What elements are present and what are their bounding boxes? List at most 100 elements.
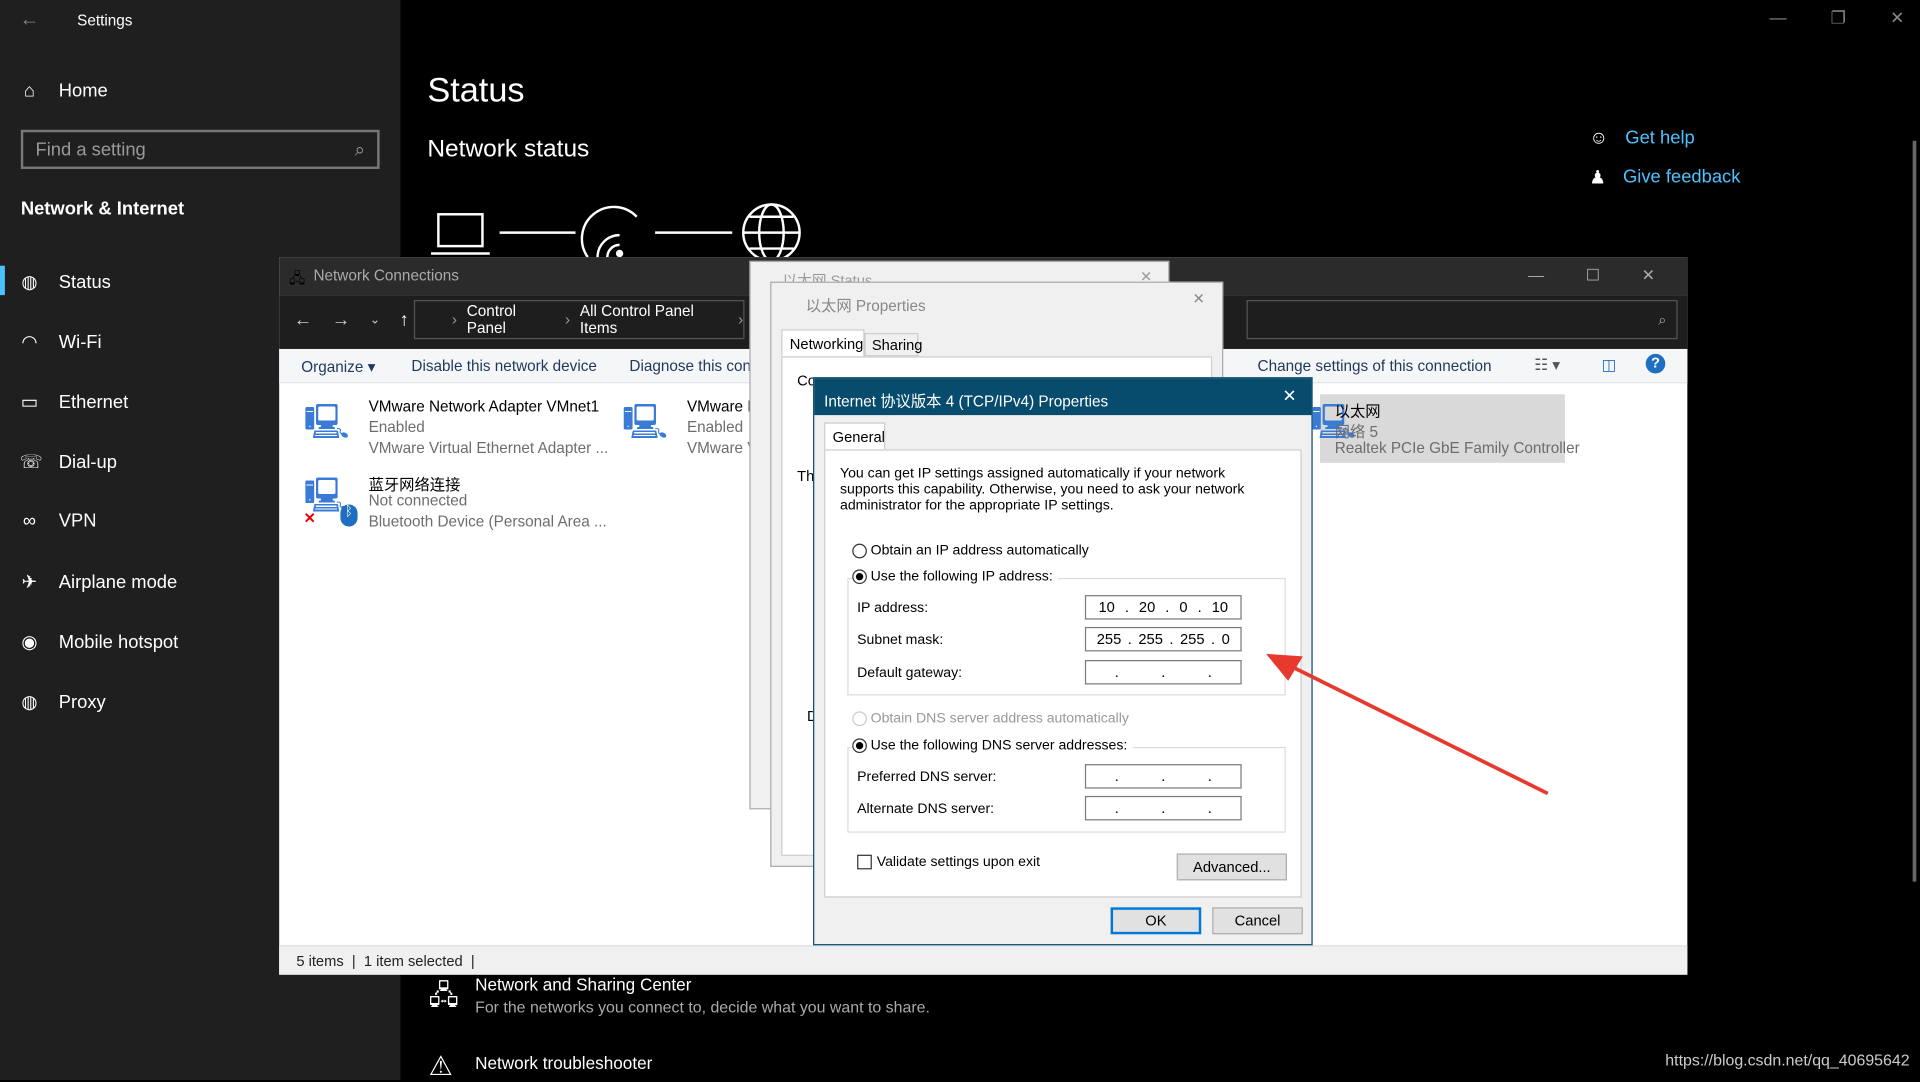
close-button[interactable]: ✕	[1282, 386, 1296, 407]
organize-menu[interactable]: Organize ▾	[301, 358, 375, 376]
nav-label: Proxy	[58, 691, 106, 713]
wifi-signal-icon	[580, 205, 638, 258]
validate-checkbox[interactable]: Validate settings upon exit	[857, 854, 1041, 870]
preferred-dns-field[interactable]: ...	[1084, 764, 1242, 789]
change-settings-button[interactable]: Change settings of this connection	[1258, 358, 1492, 375]
sharing-center-link[interactable]: Network and Sharing Center	[475, 975, 691, 995]
ok-button[interactable]: OK	[1110, 907, 1202, 935]
warning-icon: ⚠	[428, 1050, 453, 1082]
nav-item-proxy[interactable]: ◍ Proxy	[20, 691, 106, 713]
dialog-title: Internet 协议版本 4 (TCP/IPv4) Properties	[824, 393, 1109, 411]
maximize-button[interactable]: ☐	[1586, 266, 1600, 286]
connection-item[interactable]: 🖳 以太网 网络 5 Realtek PCIe GbE Family Contr…	[1310, 394, 1580, 463]
close-button[interactable]: ✕	[1890, 7, 1904, 28]
manual-ip-radio[interactable]: Use the following IP address:	[852, 569, 1058, 585]
troubleshooter-link[interactable]: Network troubleshooter	[475, 1053, 652, 1073]
advanced-button[interactable]: Advanced...	[1176, 853, 1287, 881]
forward-button[interactable]: →	[332, 310, 350, 331]
airplane-icon: ✈	[21, 571, 38, 593]
alternate-dns-label: Alternate DNS server:	[857, 802, 995, 817]
window-controls: — ☐ ✕	[1528, 266, 1655, 286]
nav-item-dial-up[interactable]: ☏ Dial-up	[19, 451, 117, 473]
nav-buttons: ← → ⌄ ↑	[294, 310, 409, 331]
network-adapter-icon: 🖳	[622, 402, 668, 441]
connection-item[interactable]: 🖳 ✕ ᛒ 蓝牙网络连接 Not connected Bluetooth Devi…	[304, 468, 622, 537]
preferred-dns-label: Preferred DNS server:	[857, 770, 997, 785]
connection-device: VMware V	[686, 439, 758, 457]
hotspot-icon: ◉	[21, 631, 38, 653]
minimize-button[interactable]: —	[1769, 7, 1786, 28]
tab-general[interactable]: General	[824, 422, 886, 450]
connection-device: Realtek PCIe GbE Family Controller	[1334, 439, 1580, 457]
alternate-dns-field[interactable]: ...	[1084, 795, 1242, 821]
auto-dns-label: Obtain DNS server address automatically	[870, 711, 1129, 727]
disable-device-button[interactable]: Disable this network device	[411, 358, 596, 375]
nav-label: Wi-Fi	[58, 331, 102, 353]
nav-item-status[interactable]: ◍ Status	[20, 271, 110, 292]
auto-ip-label: Obtain an IP address automatically	[870, 543, 1089, 559]
restore-button[interactable]: ❐	[1831, 7, 1846, 28]
home-icon: ⌂	[23, 80, 35, 102]
get-help-link[interactable]: ☺ Get help	[1589, 127, 1694, 148]
give-feedback-label: Give feedback	[1623, 166, 1741, 188]
minimize-button[interactable]: —	[1528, 266, 1544, 286]
nav-item-mobile-hotspot[interactable]: ◉ Mobile hotspot	[20, 631, 178, 653]
app-title: Settings	[77, 12, 133, 30]
breadcrumb-all-items[interactable]: All Control Panel Items	[580, 302, 728, 336]
connection-item[interactable]: 🖳 VMware Network Adapter VMnet1 Enabled …	[304, 394, 622, 463]
scrollbar[interactable]	[1912, 140, 1917, 882]
disconnected-icon: ✕	[303, 509, 316, 527]
close-button[interactable]: ✕	[1642, 266, 1655, 286]
nav-item-vpn[interactable]: ∞ VPN	[20, 511, 97, 532]
bluetooth-icon: ᛒ	[340, 504, 358, 527]
proxy-icon: ◍	[21, 691, 38, 713]
item-count: 5 items	[296, 952, 344, 970]
settings-window-controls: — ❐ ✕	[1769, 7, 1904, 28]
close-button[interactable]: ✕	[1193, 290, 1205, 307]
tab-networking[interactable]: Networking	[781, 329, 865, 357]
gateway-field[interactable]: ...	[1084, 660, 1242, 685]
description-text: You can get IP settings assigned automat…	[840, 466, 1245, 514]
nav-item-ethernet[interactable]: ▭ Ethernet	[20, 391, 129, 412]
up-button[interactable]: ↑	[400, 310, 409, 331]
cancel-button[interactable]: Cancel	[1212, 907, 1303, 935]
give-feedback-link[interactable]: ♟ Give feedback	[1589, 167, 1740, 189]
connection-name: VMware Network Adapter VMnet1	[368, 397, 600, 416]
subnet-mask-field[interactable]: 255. 255. 255. 0	[1084, 626, 1242, 652]
get-help-label: Get help	[1625, 127, 1695, 149]
connection-status: Enabled	[368, 418, 425, 436]
tab-sharing[interactable]: Sharing	[864, 333, 923, 357]
back-button[interactable]: ←	[20, 10, 40, 32]
nav-home[interactable]: ⌂ Home	[20, 81, 108, 102]
help-icon: ☺	[1589, 127, 1609, 149]
network-status-heading: Network status	[427, 135, 590, 163]
sharing-center-desc: For the networks you connect to, decide …	[475, 997, 930, 1017]
search-placeholder: Find a setting	[35, 138, 146, 160]
selected-count: 1 item selected	[363, 952, 463, 970]
recent-dropdown[interactable]: ⌄	[370, 310, 380, 331]
nav-item-airplane-mode[interactable]: ✈ Airplane mode	[20, 571, 178, 593]
search-box[interactable]: ⌕	[1246, 300, 1678, 340]
ip-address-field[interactable]: 10. 20. 0. 10	[1084, 595, 1242, 620]
validate-label: Validate settings upon exit	[876, 854, 1041, 870]
dialup-icon: ☏	[19, 451, 43, 473]
nav-label: VPN	[58, 510, 97, 532]
gateway-label: Default gateway:	[857, 666, 963, 681]
connection-device: VMware Virtual Ethernet Adapter ...	[368, 439, 609, 457]
auto-ip-radio[interactable]: Obtain an IP address automatically	[852, 543, 1089, 559]
search-input[interactable]: Find a setting ⌕	[20, 129, 380, 169]
breadcrumb[interactable]: › Control Panel › All Control Panel Items ›	[413, 300, 745, 340]
back-button[interactable]: ←	[294, 310, 312, 331]
auto-dns-radio[interactable]: Obtain DNS server address automatically	[852, 711, 1129, 726]
nav-item-wi-fi[interactable]: ◠ Wi-Fi	[20, 331, 102, 353]
manual-dns-radio[interactable]: Use the following DNS server addresses:	[852, 738, 1133, 754]
general-panel: You can get IP settings assigned automat…	[824, 449, 1302, 898]
wifi-icon: ◠	[21, 331, 38, 353]
view-options-icon[interactable]: ☷ ▾	[1534, 355, 1560, 373]
preview-pane-icon[interactable]: ◫	[1602, 355, 1616, 373]
dialog-titlebar: Internet 协议版本 4 (TCP/IPv4) Properties ✕	[814, 378, 1312, 416]
nav-label: Airplane mode	[58, 571, 178, 593]
help-icon[interactable]: ?	[1645, 353, 1666, 374]
diagnose-button[interactable]: Diagnose this conn	[629, 358, 759, 375]
breadcrumb-control-panel[interactable]: Control Panel	[467, 302, 555, 336]
